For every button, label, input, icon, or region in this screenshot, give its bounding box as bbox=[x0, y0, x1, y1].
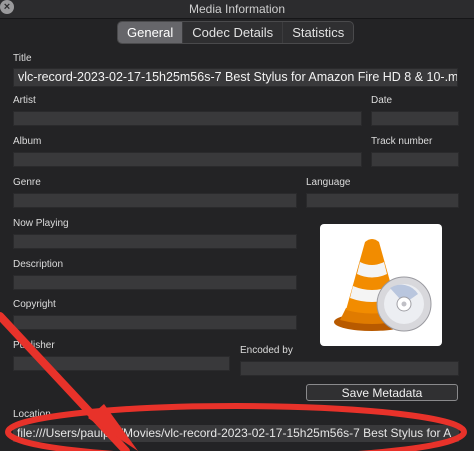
now-playing-label: Now Playing bbox=[13, 218, 69, 229]
tab-statistics[interactable]: Statistics bbox=[283, 22, 353, 43]
genre-label: Genre bbox=[13, 177, 41, 188]
title-bar: × Media Information bbox=[0, 0, 474, 19]
title-label: Title bbox=[13, 53, 32, 64]
date-label: Date bbox=[371, 95, 393, 106]
now-playing-field[interactable] bbox=[13, 234, 297, 249]
tab-general[interactable]: General bbox=[118, 22, 184, 43]
encoded-by-field[interactable] bbox=[240, 361, 459, 376]
album-field[interactable] bbox=[13, 152, 362, 167]
language-label: Language bbox=[306, 177, 351, 188]
album-label: Album bbox=[13, 136, 42, 147]
location-field[interactable]: file:///Users/paulpe /Movies/vlc-record-… bbox=[13, 425, 459, 442]
save-metadata-button[interactable]: Save Metadata bbox=[306, 384, 458, 401]
tab-bar: General Codec Details Statistics bbox=[117, 21, 355, 44]
artist-label: Artist bbox=[13, 95, 36, 106]
description-label: Description bbox=[13, 259, 64, 270]
genre-field[interactable] bbox=[13, 193, 297, 208]
vlc-cone-icon bbox=[334, 239, 432, 332]
artwork-vlc-icon[interactable] bbox=[320, 224, 442, 346]
track-number-field[interactable] bbox=[371, 152, 459, 167]
publisher-label: Publisher bbox=[13, 340, 55, 351]
tab-codec-details[interactable]: Codec Details bbox=[183, 22, 284, 43]
location-label: Location bbox=[13, 409, 51, 420]
publisher-field[interactable] bbox=[13, 356, 230, 371]
language-field[interactable] bbox=[306, 193, 459, 208]
description-field[interactable] bbox=[13, 275, 297, 290]
copyright-label: Copyright bbox=[13, 299, 56, 310]
encoded-by-label: Encoded by bbox=[240, 345, 293, 356]
track-number-label: Track number bbox=[371, 136, 433, 147]
copyright-field[interactable] bbox=[13, 315, 297, 330]
title-field[interactable]: vlc-record-2023-02-17-15h25m56s-7 Best S… bbox=[13, 68, 458, 87]
window-title: Media Information bbox=[188, 2, 286, 16]
artist-field[interactable] bbox=[13, 111, 362, 126]
date-field[interactable] bbox=[371, 111, 459, 126]
